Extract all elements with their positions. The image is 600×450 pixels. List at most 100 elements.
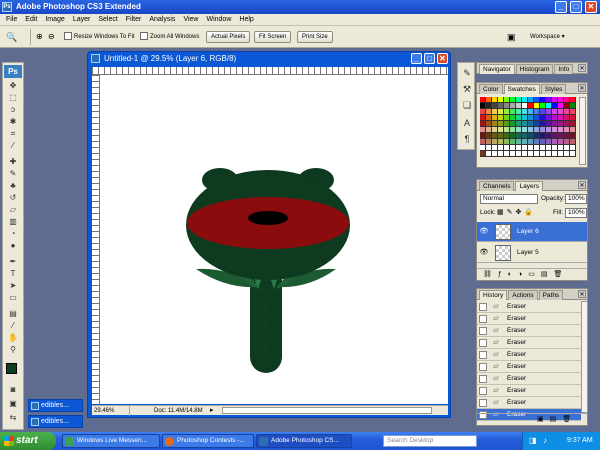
hand-tool-icon[interactable]: ✋ (6, 333, 20, 343)
close-button[interactable]: ✕ (585, 1, 597, 13)
document-canvas[interactable] (100, 75, 448, 404)
tool-preset-icon[interactable]: ▣ (507, 31, 521, 43)
resize-windows-checkbox[interactable] (64, 32, 72, 40)
tab-channels[interactable]: Channels (479, 181, 515, 191)
print-size-button[interactable]: Print Size (297, 31, 333, 43)
menu-view[interactable]: View (183, 14, 198, 26)
history-step[interactable]: ▱ Eraser (477, 301, 581, 313)
menu-edit[interactable]: Edit (25, 14, 37, 26)
doc-size-info[interactable]: Doc: 11.4M/14.8M (154, 406, 203, 416)
magic-wand-icon[interactable]: ✱ (6, 117, 20, 127)
eyedropper-icon[interactable]: ⁄ (6, 141, 20, 151)
snapshot-checkbox[interactable] (479, 363, 487, 371)
character-panel-icon[interactable]: A (461, 117, 473, 129)
taskbar-item-messenger[interactable]: Windows Live Messen... (62, 434, 160, 448)
color-swatch[interactable] (570, 151, 576, 157)
snapshot-checkbox[interactable] (479, 303, 487, 311)
tab-layers[interactable]: Layers (515, 181, 543, 191)
shape-tool-icon[interactable]: ▭ (6, 293, 20, 303)
gradient-tool-icon[interactable]: ▥ (6, 217, 20, 227)
horizontal-scrollbar[interactable] (222, 407, 432, 414)
path-select-icon[interactable]: ➤ (6, 281, 20, 291)
snapshot-checkbox[interactable] (479, 327, 487, 335)
snapshot-checkbox[interactable] (479, 351, 487, 359)
actual-pixels-button[interactable]: Actual Pixels (206, 31, 251, 43)
clone-stamp-icon[interactable]: ♣ (6, 181, 20, 191)
swatch-scrollbar[interactable] (579, 97, 586, 165)
doc-maximize-button[interactable]: □ (424, 53, 435, 64)
history-scrollbar[interactable] (581, 301, 588, 413)
tab-navigator[interactable]: Navigator (479, 64, 515, 74)
tab-color[interactable]: Color (479, 84, 503, 94)
snapshot-checkbox[interactable] (479, 399, 487, 407)
visibility-eye-icon[interactable]: 👁 (479, 248, 489, 258)
swatch-grid[interactable] (480, 97, 576, 159)
history-step[interactable]: ▱ Eraser (477, 349, 581, 361)
zoom-icon[interactable]: 🔍 (6, 31, 20, 43)
doc-close-button[interactable]: ✕ (437, 53, 448, 64)
opacity-input[interactable]: 100% (565, 194, 587, 204)
status-menu-arrow-icon[interactable]: ▸ (210, 406, 214, 416)
minimized-window[interactable]: edibles... (28, 399, 83, 412)
start-button[interactable]: start (0, 432, 56, 450)
close-icon[interactable]: ✕ (578, 290, 586, 298)
foreground-color-swatch[interactable] (6, 363, 17, 374)
snapshot-checkbox[interactable] (479, 375, 487, 383)
move-tool-icon[interactable]: ✥ (6, 81, 20, 91)
doc-minimize-button[interactable]: _ (411, 53, 422, 64)
quick-mask-icon[interactable]: ◙ (6, 385, 20, 395)
menu-analysis[interactable]: Analysis (149, 14, 175, 26)
history-step[interactable]: ▱ Eraser (477, 385, 581, 397)
minimize-button[interactable]: _ (555, 1, 567, 13)
visibility-eye-icon[interactable]: 👁 (479, 227, 489, 237)
menu-layer[interactable]: Layer (73, 14, 91, 26)
jump-to-imageready-icon[interactable]: ⇆ (6, 413, 20, 423)
tab-history[interactable]: History (479, 290, 508, 300)
screen-mode-icon[interactable]: ▣ (6, 399, 20, 409)
zoom-all-checkbox[interactable] (140, 32, 148, 40)
menu-filter[interactable]: Filter (126, 14, 142, 26)
menu-help[interactable]: Help (239, 14, 253, 26)
eyedropper-sample-icon[interactable]: ⁄ (6, 321, 20, 331)
notes-tool-icon[interactable]: ▤ (6, 309, 20, 319)
desktop-search-input[interactable]: Search Desktop (383, 435, 477, 447)
pen-tool-icon[interactable]: ✒ (6, 257, 20, 267)
document-title-bar[interactable]: Untitled-1 @ 29.5% (Layer 6, RGB/8) _ □ … (88, 52, 450, 66)
clock[interactable]: 9:37 AM (567, 432, 593, 450)
menu-select[interactable]: Select (98, 14, 117, 26)
history-brush-icon[interactable]: ↺ (6, 193, 20, 203)
menu-file[interactable]: File (6, 14, 17, 26)
brush-tool-icon[interactable]: ✎ (6, 169, 20, 179)
layer-row[interactable]: 👁 Layer 5 (477, 243, 587, 263)
blend-mode-select[interactable]: Normal (480, 194, 538, 204)
layer-actions-bar[interactable]: ⛓ƒ◐◑▭▤🗑 (477, 268, 587, 280)
history-step[interactable]: ▱ Eraser (477, 397, 581, 409)
taskbar-item-firefox[interactable]: Photoshop Contests -... (162, 434, 254, 448)
close-icon[interactable]: ✕ (578, 181, 586, 189)
type-tool-icon[interactable]: T (6, 269, 20, 279)
healing-brush-icon[interactable]: ✚ (6, 157, 20, 167)
history-step[interactable]: ▱ Eraser (477, 313, 581, 325)
snapshot-checkbox[interactable] (479, 315, 487, 323)
zoom-level[interactable]: 29.46% (94, 406, 130, 416)
close-icon[interactable]: ✕ (578, 84, 586, 92)
tab-histogram[interactable]: Histogram (515, 64, 554, 74)
zoom-out-icon[interactable]: ⊖ (48, 31, 58, 43)
paragraph-panel-icon[interactable]: ¶ (461, 133, 473, 145)
tab-actions[interactable]: Actions (508, 290, 538, 300)
lasso-tool-icon[interactable]: ↄ (6, 105, 20, 115)
minimized-window[interactable]: edibles... (28, 415, 83, 428)
menu-image[interactable]: Image (45, 14, 64, 26)
snapshot-checkbox[interactable] (479, 339, 487, 347)
eraser-tool-icon[interactable]: ▱ (6, 205, 20, 215)
history-step[interactable]: ▱ Eraser (477, 325, 581, 337)
volume-icon[interactable]: ♪ (543, 432, 547, 450)
tool-presets-icon[interactable]: ⚒ (461, 83, 473, 95)
workspace-menu[interactable]: Workspace ▾ (530, 31, 565, 43)
layer-row[interactable]: 👁 Layer 6 (477, 222, 587, 242)
history-step[interactable]: ▱ Eraser (477, 361, 581, 373)
marquee-tool-icon[interactable]: ⬚ (6, 93, 20, 103)
horizontal-ruler[interactable] (92, 67, 448, 75)
history-step[interactable]: ▱ Eraser (477, 373, 581, 385)
maximize-button[interactable]: □ (570, 1, 582, 13)
